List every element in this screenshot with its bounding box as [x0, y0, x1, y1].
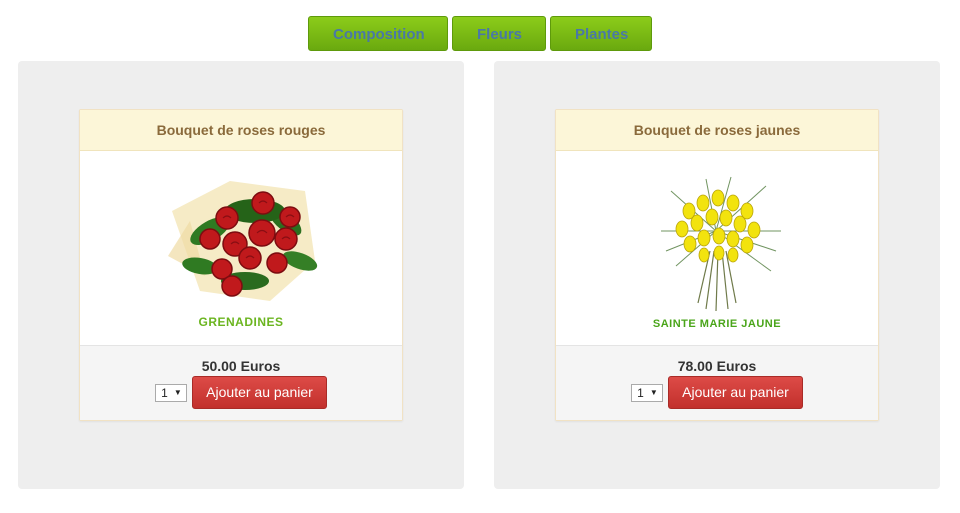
product-panel-right: Bouquet de roses jaunes SAINTE MARIE JAU…: [494, 61, 940, 489]
image-caption: SAINTE MARIE JAUNE: [652, 318, 782, 330]
product-card: Bouquet de roses rouges GRENADINES 50.00…: [79, 109, 403, 421]
chevron-down-icon: ▼: [649, 388, 658, 397]
tab-plantes[interactable]: Plantes: [550, 16, 652, 51]
add-to-cart-button[interactable]: Ajouter au panier: [668, 376, 803, 409]
image-caption: GRENADINES: [198, 315, 284, 329]
chevron-down-icon: ▼: [173, 388, 182, 397]
quantity-select[interactable]: 1 ▼: [631, 383, 664, 402]
product-title: Bouquet de roses rouges: [80, 110, 402, 151]
add-to-cart-button[interactable]: Ajouter au panier: [192, 376, 327, 409]
quantity-value: 1: [637, 385, 644, 400]
quantity-select[interactable]: 1 ▼: [155, 383, 188, 402]
category-tabs: Composition Fleurs Plantes: [0, 16, 960, 51]
product-price: 50.00 Euros: [201, 358, 281, 374]
product-image-red-roses[interactable]: GRENADINES: [80, 151, 402, 345]
product-footer: 78.00 Euros 1 ▼ Ajouter au panier: [556, 345, 878, 420]
quantity-value: 1: [161, 385, 168, 400]
tab-fleurs[interactable]: Fleurs: [452, 16, 546, 51]
product-panel-left: Bouquet de roses rouges GRENADINES 50.00…: [18, 61, 464, 489]
product-footer: 50.00 Euros 1 ▼ Ajouter au panier: [80, 345, 402, 420]
buy-row: 1 ▼ Ajouter au panier: [556, 376, 878, 409]
buy-row: 1 ▼ Ajouter au panier: [80, 376, 402, 409]
product-title: Bouquet de roses jaunes: [556, 110, 878, 151]
yellow-roses-illustration: [661, 176, 781, 312]
product-image-yellow-roses[interactable]: SAINTE MARIE JAUNE: [556, 151, 878, 345]
product-card: Bouquet de roses jaunes SAINTE MARIE JAU…: [555, 109, 879, 421]
product-price: 78.00 Euros: [677, 358, 757, 374]
tab-composition[interactable]: Composition: [308, 16, 448, 51]
